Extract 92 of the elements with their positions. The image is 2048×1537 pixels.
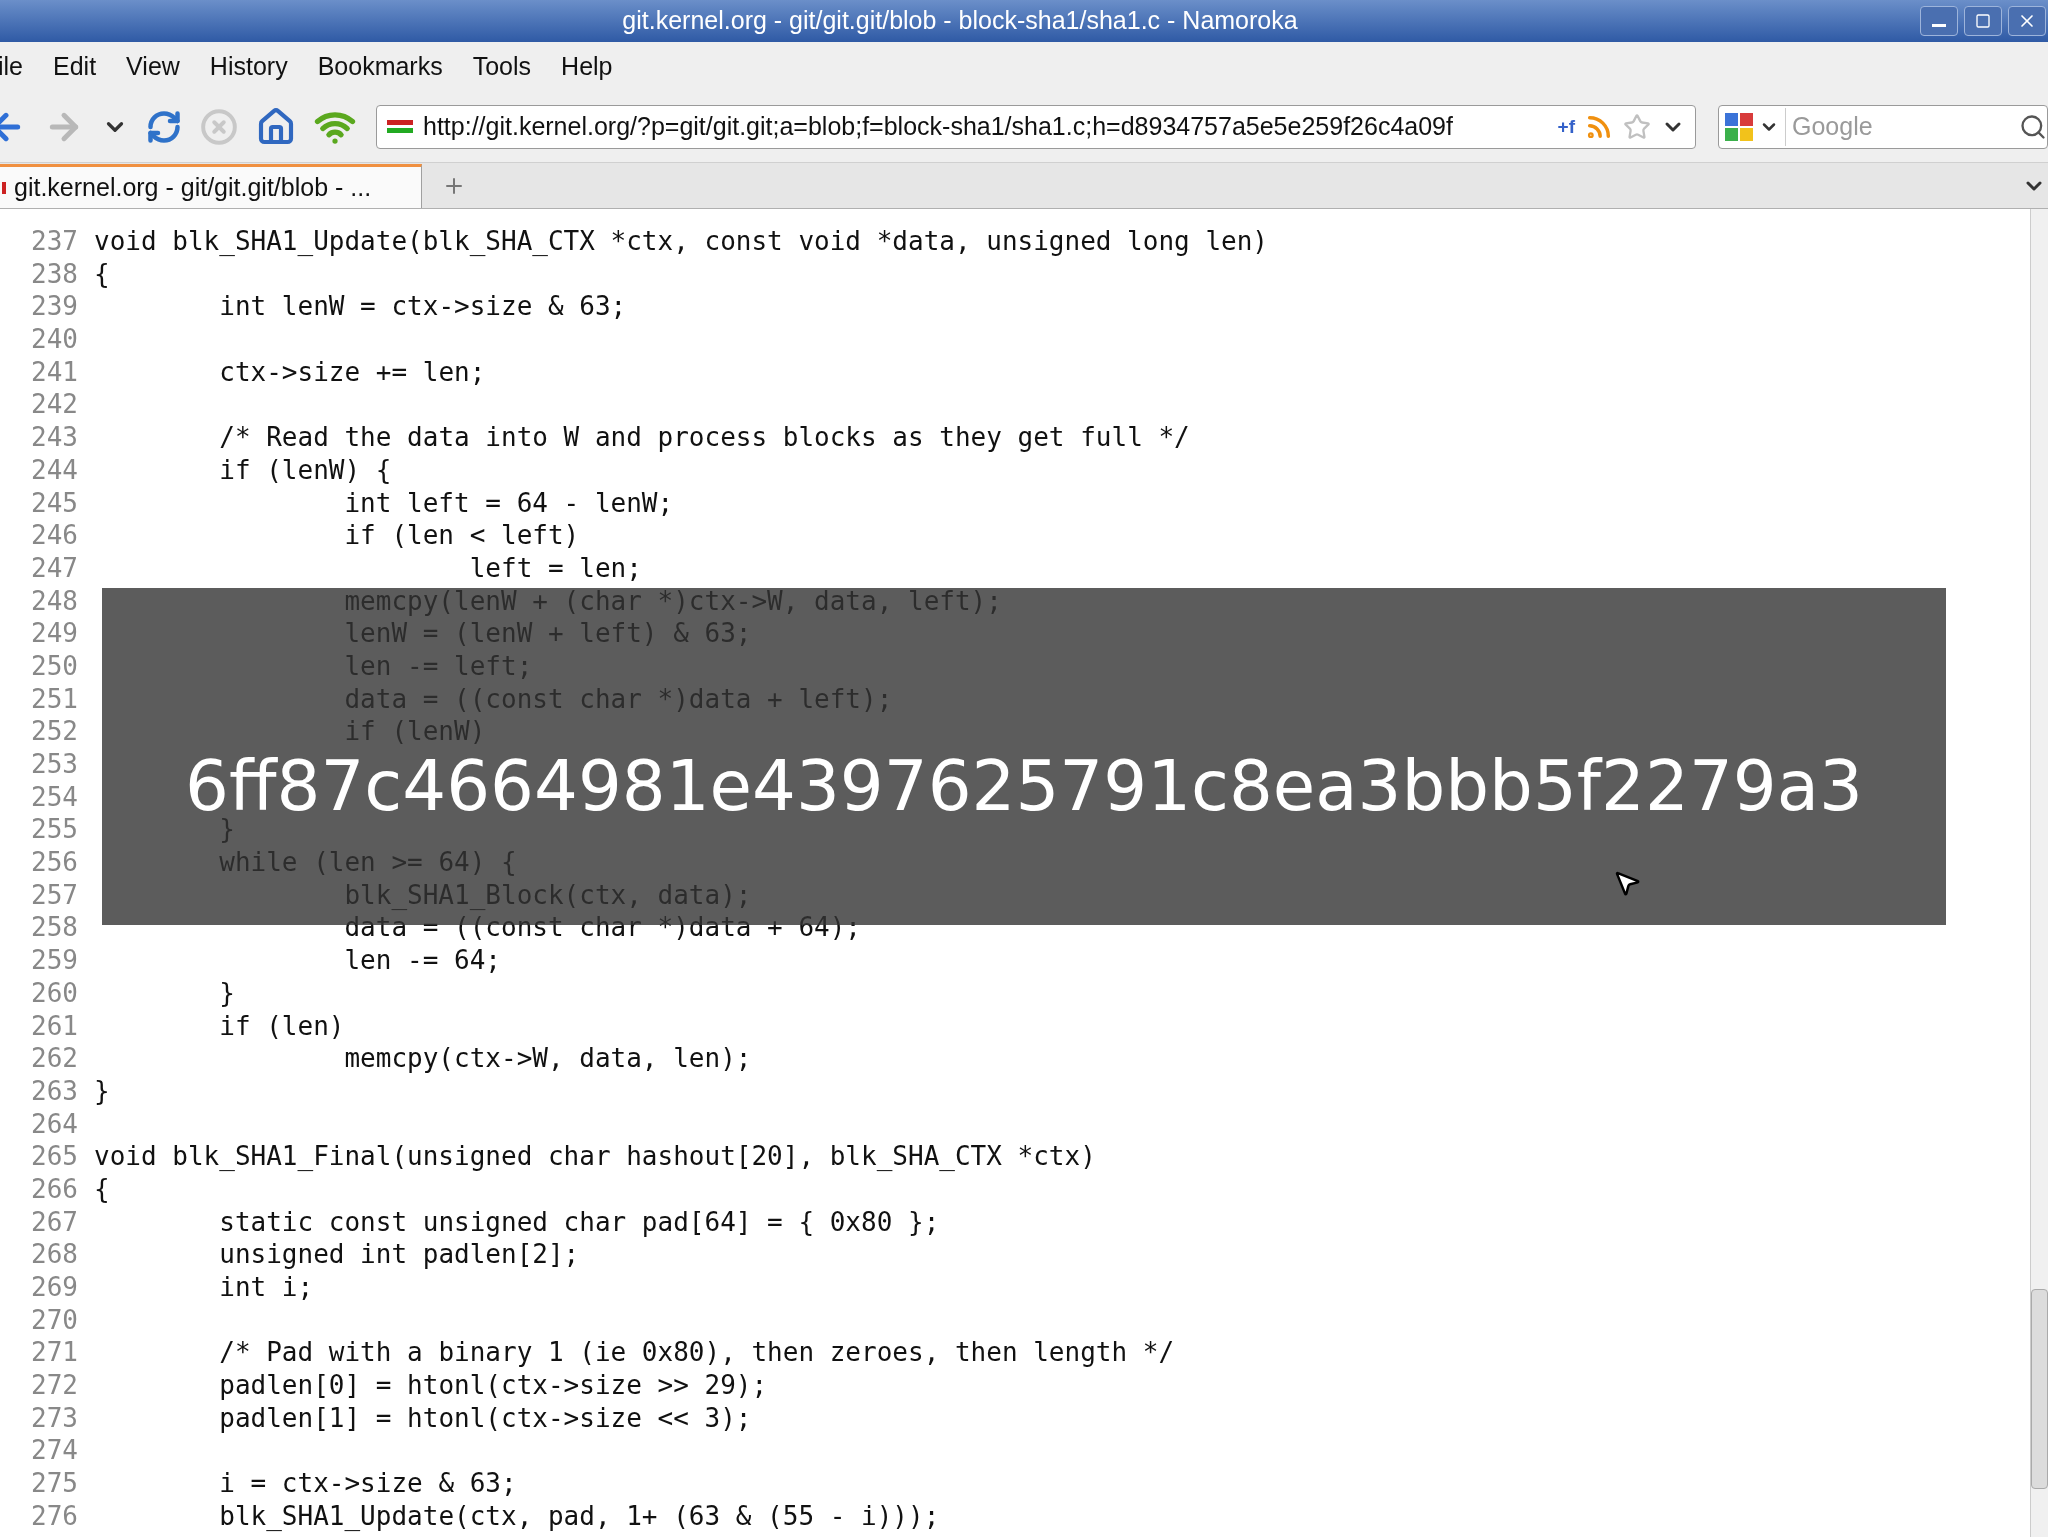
line-number: 243: [30, 421, 78, 454]
line-number: 253: [30, 748, 78, 781]
code-line: int lenW = ctx->size & 63;: [218, 290, 627, 324]
code-line: len -= 64;: [343, 944, 501, 977]
minimize-icon: [1932, 23, 1946, 27]
search-input[interactable]: Google: [1785, 108, 1965, 146]
line-number: 246: [30, 519, 78, 552]
menu-item[interactable]: View: [126, 48, 180, 86]
line-number: 249: [30, 617, 78, 650]
line-number: 274: [30, 1434, 78, 1468]
site-icon: [387, 120, 413, 134]
line-number: 252: [30, 715, 78, 748]
code-line: /* Pad with a binary 1 (ie 0x80), then zeroes, then length */: [218, 1336, 1175, 1370]
favicon-icon: [2, 181, 6, 194]
line-number: 271: [30, 1336, 78, 1370]
line-number: 268: [30, 1238, 78, 1271]
code-line: padlen[0] = htonl(ctx->size >> 29);: [218, 1369, 768, 1402]
code-line: }: [94, 1074, 110, 1108]
minimize-button[interactable]: [1920, 6, 1958, 36]
line-number: 270: [30, 1303, 78, 1337]
line-number: 272: [30, 1369, 78, 1402]
line-number: 267: [30, 1205, 78, 1239]
line-number: 261: [30, 1009, 78, 1043]
line-number: 256: [30, 846, 78, 879]
line-number: 241: [30, 355, 78, 389]
code-line: void blk_SHA1_Update(blk_SHA_CTX *ctx, const void *data, unsigned long len): [94, 225, 1268, 258]
code-line: int left = 64 - lenW;: [343, 486, 674, 520]
address-field[interactable]: http://git.kernel.org/?p=git/git.git;a=blob;f=block-sha1/sha1.c;h=d8934757a5e5e259f26c4a09f +f: [376, 105, 1696, 149]
code-line: padlen[1] = htonl(ctx->size << 3);: [218, 1401, 752, 1435]
browser-tab[interactable]: git.kernel.org - git/git.git/blob - ...: [0, 164, 422, 208]
code-line: if (len < left): [343, 519, 580, 552]
menu-item[interactable]: Bookmarks: [317, 48, 443, 86]
code-line: unsigned int padlen[2];: [218, 1238, 580, 1271]
line-number: 265: [30, 1140, 78, 1173]
line-number: 242: [30, 388, 78, 422]
line-number: 273: [30, 1401, 78, 1435]
code-line: {: [94, 1172, 110, 1206]
menu-item[interactable]: Help: [561, 48, 613, 86]
line-number: 275: [30, 1467, 78, 1500]
line-number: 255: [30, 813, 78, 847]
menu-item[interactable]: Tools: [472, 48, 532, 86]
line-number: 276: [30, 1499, 78, 1533]
code-line: /* Read the data into W and process blocks as they get full */: [218, 421, 1190, 454]
maximize-icon: [1975, 13, 1991, 29]
code-line: }: [218, 976, 235, 1010]
star-icon[interactable]: [1623, 113, 1651, 141]
code-line: i = ctx->size & 63;: [218, 1467, 517, 1500]
search-engine-icon[interactable]: [1725, 113, 1753, 141]
line-number: 262: [30, 1042, 78, 1075]
line-number: 245: [30, 486, 78, 520]
menu-item[interactable]: History: [209, 48, 288, 86]
line-number: 239: [30, 290, 78, 324]
menu-item[interactable]: ile: [0, 48, 23, 86]
menu-item[interactable]: Edit: [53, 48, 97, 86]
code-line: left = len;: [468, 551, 642, 585]
line-number: 254: [30, 780, 78, 814]
code-line: static const unsigned char pad[64] = { 0x80 };: [218, 1205, 940, 1239]
line-number: 258: [30, 911, 78, 945]
home-icon[interactable]: [256, 107, 296, 147]
code-line: if (lenW) {: [218, 453, 392, 487]
line-number: 238: [30, 257, 78, 291]
code-line: int i;: [218, 1271, 314, 1304]
line-number: 244: [30, 453, 78, 487]
close-button[interactable]: [2008, 6, 2046, 36]
code-line: blk_SHA1_Update(ctx, pad, 1+ (63 & (55 - i)));: [218, 1499, 940, 1533]
reload-icon[interactable]: [146, 109, 182, 145]
search-icon[interactable]: [2019, 113, 2047, 141]
url-text: http://git.kernel.org/?p=git/git.git;a=blob;f=block-sha1/sha1.c;h=d8934757a5e5e259f26c4a09f: [423, 111, 1454, 143]
line-number: 260: [30, 976, 78, 1010]
search-field[interactable]: Google: [1718, 105, 2048, 149]
line-number: 247: [30, 551, 78, 585]
code-line: if (len): [218, 1009, 345, 1043]
line-number: 240: [30, 323, 78, 356]
line-number: 248: [30, 584, 78, 618]
scrollbar-thumb[interactable]: [2031, 1289, 2048, 1489]
code-line: memcpy(ctx->W, data, len);: [343, 1042, 752, 1075]
line-number: 259: [30, 944, 78, 977]
line-number: 269: [30, 1271, 78, 1304]
line-number: 264: [30, 1107, 78, 1141]
line-number: 237: [30, 225, 78, 258]
line-number: 263: [30, 1074, 78, 1108]
line-number: 250: [30, 649, 78, 683]
code-line: void blk_SHA1_Final(unsigned char hashout[20], blk_SHA_CTX *ctx): [94, 1140, 1096, 1173]
line-number: 257: [30, 878, 78, 912]
extension-text: +f: [1557, 114, 1575, 139]
code-line: {: [94, 257, 110, 291]
rss-icon[interactable]: [1585, 113, 1613, 141]
line-number: 251: [30, 682, 78, 716]
window-title: git.kernel.org - git/git.git/blob - block-sha1/sha1.c - Namoroka: [621, 5, 1299, 37]
line-number: 266: [30, 1172, 78, 1206]
maximize-button[interactable]: [1964, 6, 2002, 36]
code-line: ctx->size += len;: [218, 355, 486, 389]
